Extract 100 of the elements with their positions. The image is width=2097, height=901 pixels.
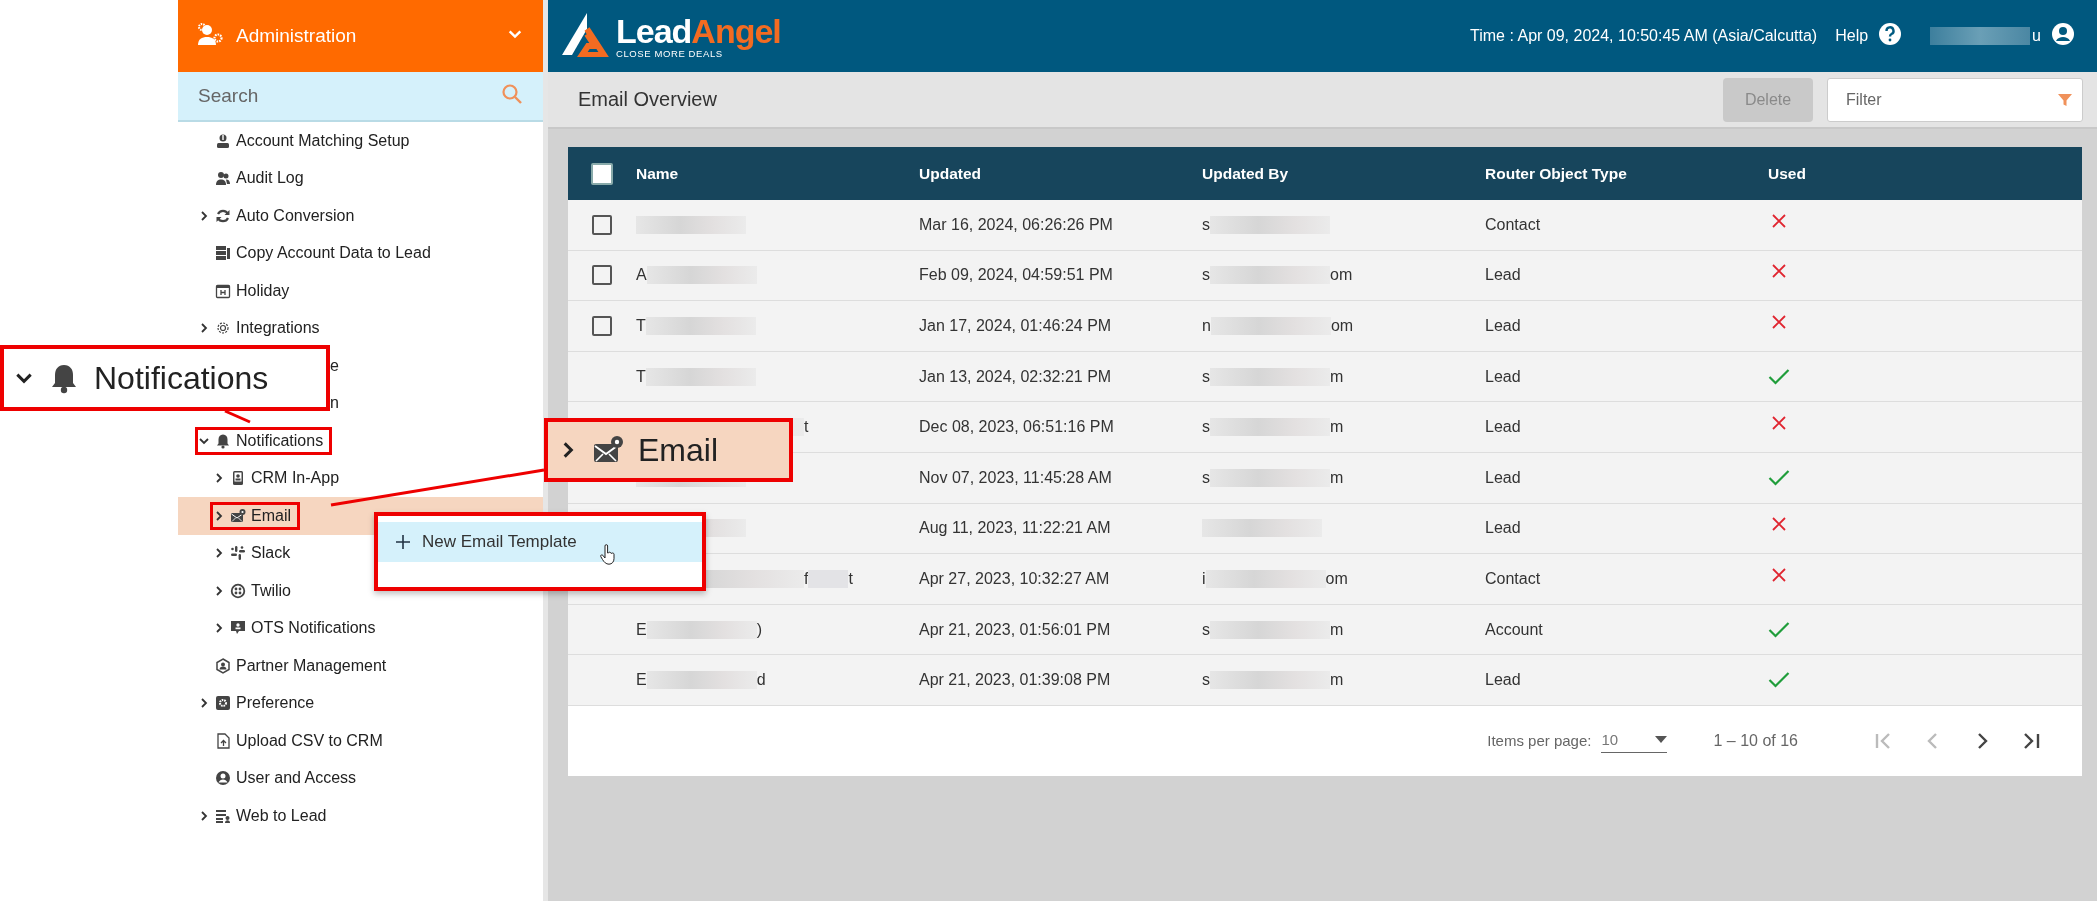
table-cell-text: Jan 13, 2024, 02:32:21 PM bbox=[919, 367, 1113, 386]
column-header[interactable]: Router Object Type bbox=[1485, 164, 1768, 183]
cell-text: s bbox=[1202, 468, 1210, 487]
phone-icon bbox=[230, 470, 246, 487]
search-field[interactable]: Search bbox=[196, 84, 501, 108]
page-size-select[interactable]: 10 bbox=[1601, 728, 1668, 753]
table-cell-text: Contact bbox=[1485, 215, 1542, 234]
tree-item-label[interactable]: CRM In-App bbox=[251, 469, 340, 488]
chevron-right-icon[interactable] bbox=[213, 509, 225, 522]
logo-tagline: CLOSE MORE DEALS bbox=[616, 47, 723, 59]
tree-item-label[interactable]: Integrations bbox=[236, 319, 320, 338]
tree-item-label[interactable]: Auto Conversion bbox=[236, 206, 355, 225]
callout-label: Notifications bbox=[94, 359, 269, 397]
tree-item-label[interactable]: User and Access bbox=[236, 769, 357, 788]
tree-item-label[interactable]: Notifications bbox=[236, 431, 324, 450]
chevron-right-icon[interactable] bbox=[213, 547, 225, 560]
page-title: Email Overview bbox=[578, 88, 717, 111]
chevron-right-icon[interactable] bbox=[213, 622, 225, 635]
gear-square-icon bbox=[215, 695, 231, 712]
help-link[interactable]: Help bbox=[1835, 27, 1869, 45]
chevron-right-icon[interactable] bbox=[198, 209, 210, 222]
tree-item-label[interactable]: e bbox=[330, 356, 339, 375]
table-cell-text: Feb 09, 2024, 04:59:51 PM bbox=[919, 266, 1114, 285]
menu-item[interactable]: New Email Template bbox=[378, 522, 702, 562]
tree-item-label[interactable]: Account Matching Setup bbox=[236, 131, 410, 150]
tree-item-label[interactable]: Slack bbox=[251, 544, 291, 563]
table-cell-text: Lead bbox=[1485, 468, 1522, 487]
logo: LeadAngel bbox=[616, 13, 781, 48]
tree-item-label[interactable]: Preference bbox=[236, 694, 315, 713]
chevron-right-icon[interactable] bbox=[198, 809, 210, 822]
table-cell-text: Lead bbox=[1485, 266, 1522, 285]
gear-icon bbox=[215, 320, 231, 337]
table-cell-text: Contact bbox=[1485, 569, 1542, 588]
cell-text: t bbox=[804, 418, 809, 437]
table-cell-text: Mar 16, 2024, 06:26:26 PM bbox=[919, 215, 1114, 234]
tree-item-label[interactable]: n bbox=[330, 394, 339, 413]
checkbox[interactable] bbox=[591, 162, 613, 185]
cell-text: A bbox=[636, 266, 647, 285]
admin-icon bbox=[198, 23, 224, 45]
cell-text: om bbox=[1330, 317, 1354, 335]
checkbox[interactable] bbox=[592, 265, 612, 286]
cell-text: f bbox=[804, 569, 809, 588]
checkbox[interactable] bbox=[592, 316, 612, 336]
user-avatar-icon[interactable] bbox=[2051, 22, 2075, 46]
chevron-right-icon[interactable] bbox=[213, 472, 225, 485]
cell-text: s bbox=[1202, 266, 1210, 285]
cell-text: m bbox=[1330, 671, 1344, 690]
table-cell-text: Account bbox=[1485, 620, 1544, 639]
tree-item-label[interactable]: Audit Log bbox=[236, 169, 304, 188]
calendar-icon bbox=[215, 282, 231, 299]
table-cell-text: Apr 21, 2023, 01:56:01 PM bbox=[919, 620, 1112, 639]
cell-text: s bbox=[1202, 671, 1210, 690]
column-header[interactable]: Name bbox=[636, 164, 919, 183]
cell-text: T bbox=[636, 317, 646, 335]
cell-text: m bbox=[1330, 620, 1344, 639]
cell-text: m bbox=[1330, 468, 1344, 487]
table-cell-text: Lead bbox=[1485, 671, 1522, 690]
tree-item-label[interactable]: Holiday bbox=[236, 281, 290, 300]
cell-text: T bbox=[636, 367, 646, 386]
cell-text: m bbox=[1330, 367, 1344, 386]
table-cell-text: Lead bbox=[1485, 418, 1522, 437]
checkbox[interactable] bbox=[592, 214, 612, 235]
chevron-right-icon[interactable] bbox=[213, 584, 225, 597]
column-header[interactable]: Used bbox=[1768, 164, 1868, 183]
file-upload-icon bbox=[215, 732, 231, 749]
tree-item-label[interactable]: Email bbox=[251, 506, 291, 525]
bell-icon bbox=[215, 432, 231, 449]
table-cell-text: Apr 21, 2023, 01:39:08 PM bbox=[919, 671, 1112, 690]
table-cell-text: Dec 08, 2023, 06:51:16 PM bbox=[919, 418, 1115, 437]
table-cell-text: Lead bbox=[1485, 317, 1522, 335]
cell-text: t bbox=[848, 569, 853, 588]
cell-text: m bbox=[1330, 418, 1344, 437]
callout-label: Email bbox=[638, 431, 718, 469]
database-icon bbox=[215, 245, 231, 262]
cell-text: s bbox=[1202, 418, 1210, 437]
column-header[interactable]: Updated bbox=[919, 164, 1202, 183]
hand-cursor-icon bbox=[600, 544, 616, 566]
time-text: Time : Apr 09, 2024, 10:50:45 AM (Asia/Calcutta) bbox=[1470, 27, 1818, 45]
cell-text: E bbox=[636, 671, 647, 690]
tree-item-label[interactable]: Upload CSV to CRM bbox=[236, 731, 383, 750]
cell-text: s bbox=[1202, 215, 1210, 234]
tree-item-label[interactable]: Partner Management bbox=[236, 656, 387, 675]
tree-item-label[interactable]: Copy Account Data to Lead bbox=[236, 244, 431, 263]
user-badge-icon bbox=[215, 132, 231, 149]
chevron-right-icon[interactable] bbox=[198, 697, 210, 710]
mail-icon bbox=[230, 507, 246, 524]
column-header[interactable]: Updated By bbox=[1202, 164, 1485, 183]
cell-text: E bbox=[636, 620, 647, 639]
cell-text: ) bbox=[756, 620, 762, 639]
chevron-right-icon[interactable] bbox=[198, 322, 210, 335]
table-cell-text: Aug 11, 2023, 11:22:21 AM bbox=[919, 519, 1112, 538]
cell-text: om bbox=[1330, 266, 1353, 285]
cell-text: s bbox=[1202, 620, 1210, 639]
search-bar[interactable]: Search bbox=[178, 72, 543, 122]
tree-item-label[interactable]: Web to Lead bbox=[236, 806, 327, 825]
tree-item-label[interactable]: Twilio bbox=[251, 581, 291, 600]
dotted-circle-icon bbox=[230, 582, 246, 599]
filter-field[interactable]: Filter bbox=[1827, 77, 2083, 122]
help-icon[interactable] bbox=[1878, 22, 1903, 46]
tree-item-label[interactable]: OTS Notifications bbox=[251, 619, 376, 638]
